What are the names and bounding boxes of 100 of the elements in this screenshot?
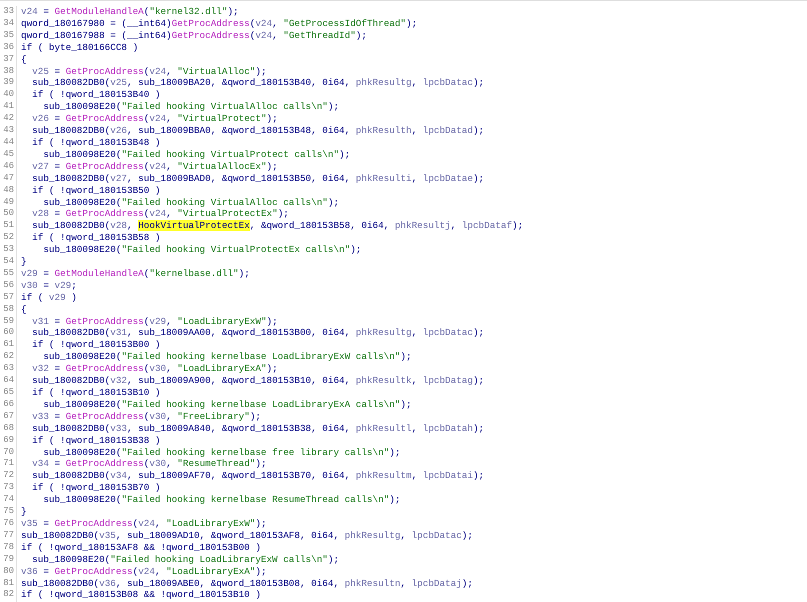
line-number: 63 bbox=[2, 363, 14, 376]
line-number: 62 bbox=[2, 351, 14, 364]
code-line: sub_180098E20("Failed hooking kernelbase LoadLibraryExW calls\n"); bbox=[42, 351, 412, 364]
line-number: 57 bbox=[2, 292, 14, 304]
code-line: sub_180082DB0(v36, sub_18009ABE0, &qword_180153B08, 0i64, phkResultn, lpcbDataj); bbox=[21, 578, 473, 590]
code-line: } bbox=[21, 506, 27, 518]
code-line: if ( !qword_180153B00 ) bbox=[31, 339, 160, 352]
code-line: if ( !qword_180153B48 ) bbox=[31, 136, 160, 149]
line-number: 69 bbox=[2, 434, 14, 447]
line-number: 34 bbox=[2, 18, 14, 30]
line-number: 59 bbox=[2, 316, 14, 328]
line-number: 66 bbox=[2, 398, 14, 411]
code-line: v34 = GetProcAddress(v30, "ResumeThread"); bbox=[31, 458, 267, 470]
code-line: sub_180098E20("Failed hooking kernelbase ResumeThread calls\n"); bbox=[42, 494, 400, 506]
code-line: qword_180167980 = (__int64)GetProcAddress(v24, "GetProcessIdOfThread"); bbox=[21, 18, 418, 30]
line-number: 81 bbox=[2, 578, 14, 590]
code-line: v27 = GetProcAddress(v24, "VirtualAllocEx"); bbox=[31, 160, 278, 173]
line-number: 61 bbox=[2, 339, 14, 352]
line-number: 44 bbox=[2, 136, 14, 149]
line-number: 64 bbox=[2, 375, 14, 387]
line-number: 77 bbox=[2, 530, 14, 542]
code-line: sub_180098E20("Failed hooking kernelbase free library calls\n"); bbox=[42, 446, 400, 458]
line-number: 55 bbox=[2, 268, 14, 280]
code-line: if ( !qword_180153B38 ) bbox=[31, 434, 160, 447]
line-number: 50 bbox=[2, 208, 14, 220]
code-line: sub_180098E20("Failed hooking kernelbase LoadLibraryExA calls\n"); bbox=[42, 398, 412, 411]
line-number: 41 bbox=[2, 101, 14, 114]
code-line: v30 = v29; bbox=[21, 280, 77, 292]
code-line: sub_180082DB0(v35, sub_18009AD10, &qword_180153AF8, 0i64, phkResultg, lpcbDatac); bbox=[21, 530, 473, 542]
line-number: 75 bbox=[2, 506, 14, 518]
code-line: v28 = GetProcAddress(v24, "VirtualProtectEx"); bbox=[31, 208, 289, 220]
code-line: v26 = GetProcAddress(v24, "VirtualProtect"); bbox=[31, 113, 278, 126]
code-line: sub_180098E20("Failed hooking LoadLibraryExW calls\n"); bbox=[31, 554, 340, 566]
code-line: if ( !qword_180153B58 ) bbox=[31, 232, 160, 244]
code-line: sub_180082DB0(v28, HookVirtualProtectEx, &qword_180153B58, 0i64, phkResultj, lpcbDataf); bbox=[31, 220, 524, 232]
line-number: 74 bbox=[2, 494, 14, 506]
line-number: 68 bbox=[2, 422, 14, 435]
line-number: 51 bbox=[2, 220, 14, 232]
code-line: if ( !qword_180153B10 ) bbox=[31, 387, 160, 399]
code-line: v32 = GetProcAddress(v30, "LoadLibraryExA"); bbox=[31, 363, 278, 376]
line-number: 33 bbox=[2, 6, 14, 18]
line-number: 42 bbox=[2, 113, 14, 126]
code-line: } bbox=[21, 256, 27, 268]
line-number: 46 bbox=[2, 160, 14, 173]
code-line: if ( !qword_180153AF8 && !qword_180153B00 ) bbox=[21, 542, 261, 554]
line-number: 45 bbox=[2, 148, 14, 161]
code-line: sub_180098E20("Failed hooking VirtualProtect calls\n"); bbox=[42, 148, 350, 161]
code-line: sub_180098E20("Failed hooking VirtualAlloc calls\n"); bbox=[42, 196, 340, 208]
line-number: 78 bbox=[2, 542, 14, 554]
code-line: if ( !qword_180153B40 ) bbox=[31, 89, 160, 102]
line-number: 39 bbox=[2, 77, 14, 90]
line-number: 71 bbox=[2, 458, 14, 470]
code-line: if ( !qword_180153B08 && !qword_180153B10 ) bbox=[21, 589, 261, 602]
code-line: sub_180082DB0(v26, sub_18009BBA0, &qword_180153B48, 0i64, phkResulth, lpcbDatad); bbox=[31, 125, 484, 137]
code-line: v25 = GetProcAddress(v24, "VirtualAlloc"); bbox=[31, 66, 267, 78]
line-number: 70 bbox=[2, 446, 14, 458]
line-number: 56 bbox=[2, 280, 14, 292]
code-line: v36 = GetProcAddress(v24, "LoadLibraryExA"); bbox=[21, 566, 267, 578]
code-line: v33 = GetProcAddress(v30, "FreeLibrary"); bbox=[31, 410, 261, 423]
code-line: if ( byte_180166CC8 ) bbox=[21, 42, 138, 54]
code-line: sub_180082DB0(v33, sub_18009A840, &qword_180153B38, 0i64, phkResultl, lpcbDatah); bbox=[31, 422, 484, 435]
line-number: 76 bbox=[2, 518, 14, 530]
line-number: 40 bbox=[2, 89, 14, 102]
line-number: 43 bbox=[2, 125, 14, 137]
line-number: 36 bbox=[2, 42, 14, 54]
code-line: sub_180082DB0(v32, sub_18009A900, &qword_180153B10, 0i64, phkResultk, lpcbDatag); bbox=[31, 375, 484, 387]
line-number: 72 bbox=[2, 470, 14, 482]
code-line: sub_180082DB0(v25, sub_18009BA20, &qword_180153B40, 0i64, phkResultg, lpcbDatac); bbox=[31, 77, 484, 90]
line-number: 47 bbox=[2, 172, 14, 185]
line-number: 49 bbox=[2, 196, 14, 208]
code-line: v24 = GetModuleHandleA("kernel32.dll"); bbox=[21, 6, 239, 18]
line-number: 73 bbox=[2, 482, 14, 494]
code-line: { bbox=[21, 304, 27, 316]
code-line: v29 = GetModuleHandleA("kernelbase.dll"); bbox=[21, 268, 250, 280]
line-number: 48 bbox=[2, 184, 14, 196]
code-line: if ( v29 ) bbox=[21, 292, 77, 304]
line-number: 52 bbox=[2, 232, 14, 244]
code-line: sub_180082DB0(v27, sub_18009BAD0, &qword_180153B50, 0i64, phkResulti, lpcbDatae); bbox=[31, 172, 484, 185]
line-number: 53 bbox=[2, 244, 14, 256]
code-line: sub_180082DB0(v31, sub_18009AA00, &qword_180153B00, 0i64, phkResultg, lpcbDatac); bbox=[31, 327, 484, 340]
code-line: qword_180167988 = (__int64)GetProcAddress(v24, "GetThreadId"); bbox=[21, 30, 367, 42]
line-number: 37 bbox=[2, 54, 14, 66]
line-number: 58 bbox=[2, 304, 14, 316]
code-line: sub_180098E20("Failed hooking VirtualProtectEx calls\n"); bbox=[42, 244, 362, 256]
code-line: v31 = GetProcAddress(v29, "LoadLibraryExW"); bbox=[31, 316, 278, 328]
line-number: 54 bbox=[2, 256, 14, 268]
code-line: if ( !qword_180153B50 ) bbox=[31, 184, 160, 196]
code-line: sub_180082DB0(v34, sub_18009AF70, &qword_180153B70, 0i64, phkResultm, lpcbDatai); bbox=[31, 470, 484, 482]
line-number: 35 bbox=[2, 30, 14, 42]
code-line: v35 = GetProcAddress(v24, "LoadLibraryExW"); bbox=[21, 518, 267, 530]
line-number: 82 bbox=[2, 589, 14, 602]
line-number: 65 bbox=[2, 387, 14, 399]
line-number: 79 bbox=[2, 554, 14, 566]
code-line: { bbox=[21, 54, 27, 66]
line-number: 67 bbox=[2, 410, 14, 423]
code-line: if ( !qword_180153B70 ) bbox=[31, 482, 160, 494]
code-line: sub_180098E20("Failed hooking VirtualAlloc calls\n"); bbox=[42, 101, 340, 114]
line-number: 60 bbox=[2, 327, 14, 340]
line-number: 80 bbox=[2, 566, 14, 578]
line-number: 38 bbox=[2, 66, 14, 78]
